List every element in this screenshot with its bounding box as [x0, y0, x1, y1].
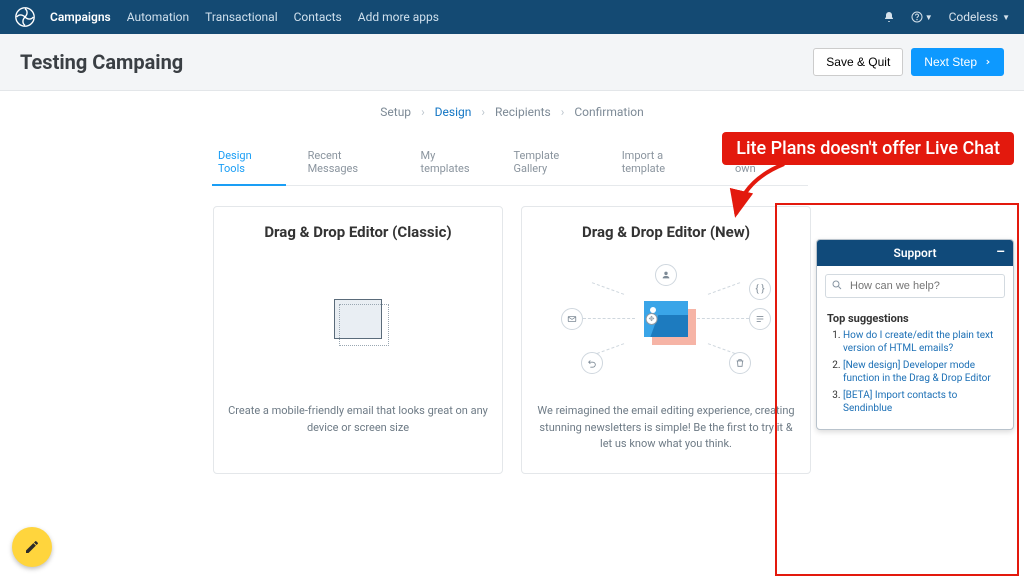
- nav-addmore[interactable]: Add more apps: [358, 10, 439, 24]
- support-search: [825, 274, 1005, 298]
- support-widget: Support – Top suggestions How do I creat…: [816, 239, 1014, 430]
- chevron-right-icon: ›: [481, 105, 485, 119]
- header-actions: Save & Quit Next Step: [813, 48, 1004, 76]
- card-new-desc: We reimagined the email editing experien…: [536, 403, 796, 453]
- support-title: Support: [894, 246, 937, 260]
- save-quit-button[interactable]: Save & Quit: [813, 48, 903, 76]
- chevron-down-icon: ▼: [1002, 13, 1010, 22]
- header-bar: Testing Campaing Save & Quit Next Step: [0, 34, 1024, 91]
- nav-right: ▼ Codeless ▼: [883, 10, 1010, 24]
- card-classic-desc: Create a mobile-friendly email that look…: [228, 403, 488, 436]
- bell-icon[interactable]: [883, 11, 895, 23]
- step-confirmation[interactable]: Confirmation: [574, 105, 643, 119]
- move-handle-icon: ✥: [646, 313, 658, 325]
- annotation-callout: Lite Plans doesn't offer Live Chat: [722, 132, 1014, 165]
- list-item: [BETA] Import contacts to Sendinblue: [843, 389, 1003, 415]
- element-user-icon: [655, 264, 677, 286]
- tab-my-templates[interactable]: My templates: [419, 141, 488, 185]
- element-code-icon: { }: [749, 278, 771, 300]
- suggestion-link[interactable]: How do I create/edit the plain text vers…: [843, 330, 993, 354]
- tab-import-template[interactable]: Import a template: [620, 141, 709, 185]
- chevron-right-icon: ›: [561, 105, 565, 119]
- chevron-right-icon: ›: [421, 105, 425, 119]
- card-new-editor[interactable]: Drag & Drop Editor (New) { }: [521, 206, 811, 474]
- support-body: Top suggestions How do I create/edit the…: [817, 306, 1013, 429]
- pencil-icon: [24, 539, 40, 555]
- next-step-label: Next Step: [924, 55, 977, 69]
- search-icon: [831, 279, 843, 291]
- design-tabs: Design Tools Recent Messages My template…: [216, 133, 808, 186]
- step-design[interactable]: Design: [435, 105, 472, 119]
- support-search-input[interactable]: [825, 274, 1005, 298]
- step-setup[interactable]: Setup: [380, 105, 411, 119]
- element-list-icon: [749, 308, 771, 330]
- feedback-fab[interactable]: [12, 527, 52, 567]
- next-step-button[interactable]: Next Step: [911, 48, 1004, 76]
- card-classic-title: Drag & Drop Editor (Classic): [228, 223, 488, 241]
- user-label: Codeless: [949, 10, 998, 24]
- nav-automation[interactable]: Automation: [127, 10, 189, 24]
- card-new-title: Drag & Drop Editor (New): [536, 223, 796, 241]
- element-undo-icon: [581, 352, 603, 374]
- brand-logo-icon: [14, 6, 36, 28]
- suggestions-heading: Top suggestions: [827, 312, 1003, 325]
- user-menu[interactable]: Codeless ▼: [949, 10, 1010, 24]
- nav-items: Campaigns Automation Transactional Conta…: [50, 10, 439, 24]
- top-nav: Campaigns Automation Transactional Conta…: [0, 0, 1024, 34]
- page-title: Testing Campaing: [20, 50, 183, 74]
- suggestions-list: How do I create/edit the plain text vers…: [827, 329, 1003, 415]
- breadcrumb: Setup › Design › Recipients › Confirmati…: [0, 91, 1024, 133]
- element-mail-icon: [561, 308, 583, 330]
- nav-campaigns[interactable]: Campaigns: [50, 10, 111, 24]
- suggestion-link[interactable]: [New design] Developer mode function in …: [843, 360, 991, 384]
- list-item: [New design] Developer mode function in …: [843, 359, 1003, 385]
- card-classic-editor[interactable]: Drag & Drop Editor (Classic) Create a mo…: [213, 206, 503, 474]
- tab-design-tools[interactable]: Design Tools: [216, 141, 282, 185]
- tab-template-gallery[interactable]: Template Gallery: [511, 141, 595, 185]
- step-recipients[interactable]: Recipients: [495, 105, 551, 119]
- tab-recent-messages[interactable]: Recent Messages: [306, 141, 395, 185]
- card-new-illustration: { } ✥: [536, 259, 796, 379]
- suggestion-link[interactable]: [BETA] Import contacts to Sendinblue: [843, 390, 957, 414]
- arrow-right-icon: [981, 57, 991, 67]
- nav-contacts[interactable]: Contacts: [294, 10, 342, 24]
- list-item: How do I create/edit the plain text vers…: [843, 329, 1003, 355]
- image-placeholder-icon: [334, 299, 382, 339]
- help-icon[interactable]: ▼: [911, 11, 933, 23]
- nav-transactional[interactable]: Transactional: [205, 10, 277, 24]
- element-trash-icon: [729, 352, 751, 374]
- minimize-icon[interactable]: –: [996, 244, 1005, 260]
- card-classic-illustration: [228, 259, 488, 379]
- support-header: Support –: [817, 240, 1013, 266]
